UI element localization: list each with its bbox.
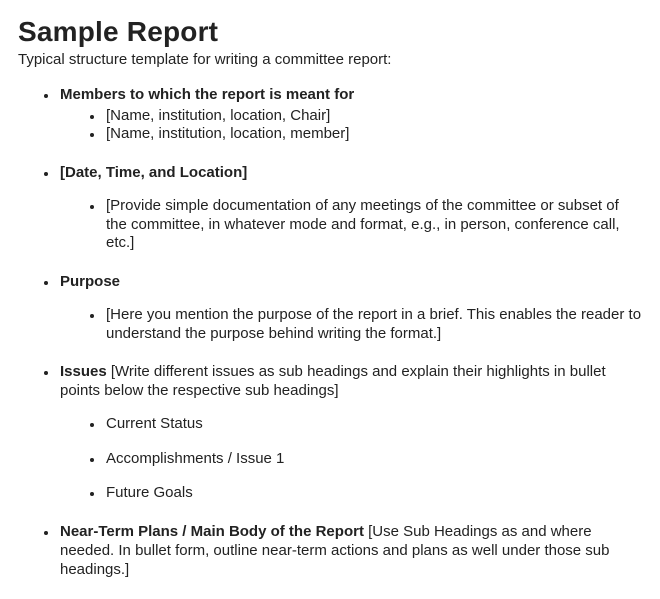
section-heading: [Date, Time, and Location] (60, 164, 247, 181)
issues-sublist: Current Status Accomplishments / Issue 1… (60, 415, 642, 503)
members-sublist: [Name, institution, location, Chair] [Na… (60, 107, 642, 145)
section-date: [Date, Time, and Location] [Provide simp… (58, 164, 642, 253)
section-heading: Members to which the report is meant for (60, 86, 354, 103)
section-near-term: Near-Term Plans / Main Body of the Repor… (58, 523, 642, 579)
list-item: [Provide simple documentation of any mee… (104, 197, 642, 253)
outline-list: Members to which the report is meant for… (18, 86, 642, 580)
section-members: Members to which the report is meant for… (58, 86, 642, 144)
date-sublist: [Provide simple documentation of any mee… (60, 197, 642, 253)
intro-text: Typical structure template for writing a… (18, 51, 642, 70)
list-item: [Name, institution, location, Chair] (104, 107, 642, 126)
list-item: [Here you mention the purpose of the rep… (104, 306, 642, 344)
section-heading: Issues (60, 363, 107, 380)
list-item: Accomplishments / Issue 1 (104, 450, 642, 469)
section-purpose: Purpose [Here you mention the purpose of… (58, 273, 642, 343)
section-desc: [Write different issues as sub headings … (60, 363, 606, 399)
section-heading: Purpose (60, 273, 120, 290)
section-heading: Near-Term Plans / Main Body of the Repor… (60, 523, 364, 540)
section-issues: Issues [Write different issues as sub he… (58, 363, 642, 503)
list-item: [Name, institution, location, member] (104, 125, 642, 144)
list-item: Future Goals (104, 484, 642, 503)
page-title: Sample Report (18, 14, 642, 49)
list-item: Current Status (104, 415, 642, 434)
purpose-sublist: [Here you mention the purpose of the rep… (60, 306, 642, 344)
